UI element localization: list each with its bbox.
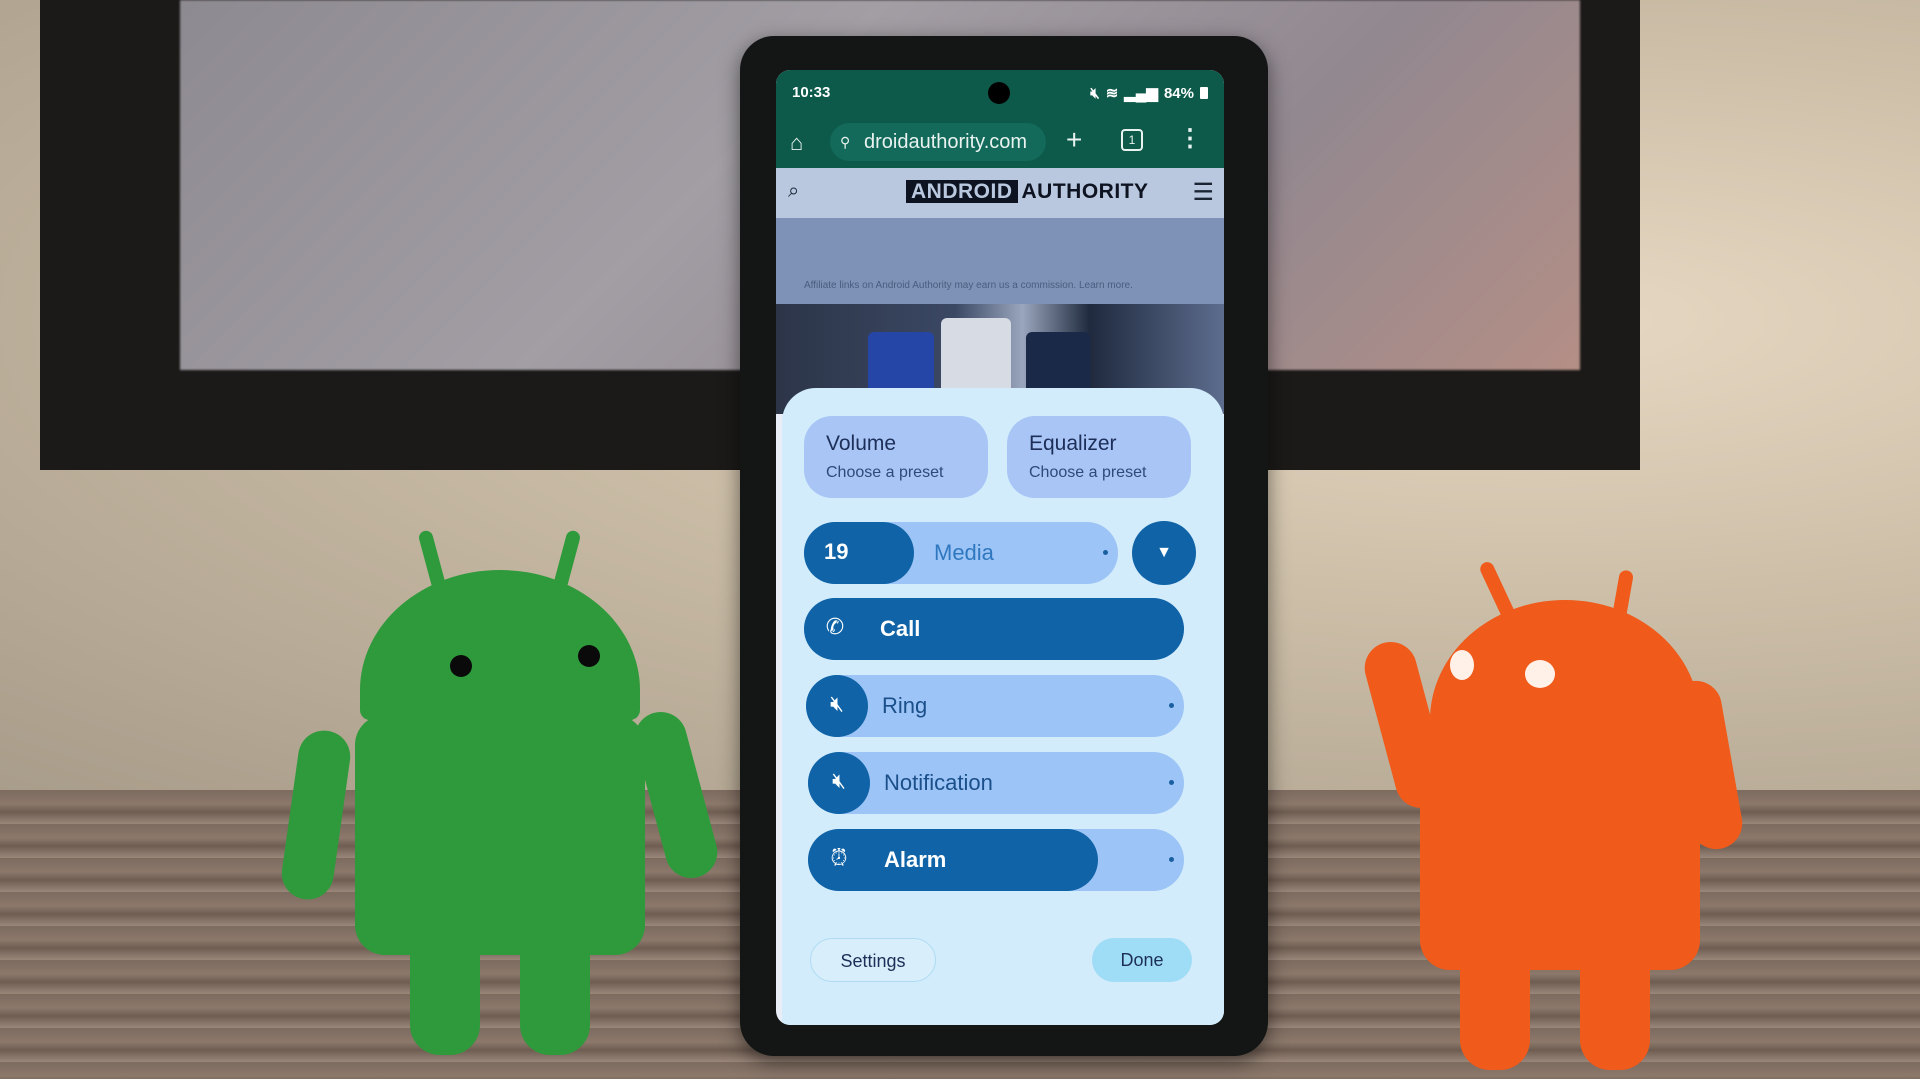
phone-screen: 10:33 🔇︎ ≋ ▂▄▆ 84% ⌂ ⚲ droidauthority.co… <box>776 70 1224 1025</box>
green-android-figure <box>278 529 724 1060</box>
alarm-volume-slider[interactable]: ⏰︎ Alarm <box>808 829 1184 891</box>
preset-subtitle: Choose a preset <box>1029 464 1147 481</box>
slider-label: Notification <box>884 770 993 795</box>
volume-panel: Volume Choose a preset Equalizer Choose … <box>782 388 1224 1025</box>
battery-level: 84% <box>1163 84 1194 102</box>
logo-boxed-text: ANDROID <box>906 180 1018 203</box>
browser-menu-icon[interactable]: ⋮ <box>1178 124 1202 153</box>
slider-label: Call <box>880 616 921 641</box>
muted-vibrate-icon[interactable]: 🔇︎ <box>824 691 850 717</box>
media-label: Media <box>934 540 994 565</box>
tab-switcher-button[interactable]: 1 <box>1121 129 1143 151</box>
address-bar[interactable]: ⚲ droidauthority.com <box>830 123 1046 161</box>
media-slider-fill <box>804 522 914 584</box>
hamburger-menu-icon[interactable]: ☰ <box>1192 178 1214 207</box>
new-tab-icon[interactable]: + <box>1066 124 1082 156</box>
site-settings-icon[interactable]: ⚲ <box>840 123 850 161</box>
call-volume-slider[interactable]: ✆ Call <box>804 598 1184 660</box>
wifi-icon: ≋ <box>1105 85 1119 102</box>
orange-android-figure <box>1358 559 1750 1070</box>
url-text: droidauthority.com <box>864 131 1028 153</box>
status-icons: 🔇︎ ≋ ▂▄▆ 84% <box>1090 84 1208 102</box>
slider-end-dot <box>1169 703 1174 708</box>
preset-title: Equalizer <box>1029 432 1117 455</box>
signal-icon: ▂▄▆ <box>1124 85 1158 102</box>
slider-label: Alarm <box>884 847 947 872</box>
caret-down-icon: ▼ <box>1156 544 1172 561</box>
equalizer-preset-button[interactable]: Equalizer Choose a preset <box>1007 416 1191 498</box>
affiliate-notice: Affiliate links on Android Authority may… <box>776 218 1224 304</box>
slider-fill <box>804 598 1184 660</box>
settings-button[interactable]: Settings <box>810 938 936 982</box>
logo-text: AUTHORITY <box>1021 180 1149 203</box>
notification-volume-slider[interactable]: 🔇︎ Notification <box>808 752 1184 814</box>
status-time: 10:33 <box>792 84 831 101</box>
phone-icon: ✆ <box>825 614 845 639</box>
affiliate-text[interactable]: Affiliate links on Android Authority may… <box>804 280 1133 291</box>
battery-icon <box>1200 87 1208 99</box>
browser-toolbar: ⌂ ⚲ droidauthority.com + 1 ⋮ <box>776 116 1224 168</box>
expand-streams-button[interactable]: ▼ <box>1132 521 1196 585</box>
media-volume-value: 19 <box>824 539 849 564</box>
alarm-icon: ⏰︎ <box>830 845 848 870</box>
volume-preset-button[interactable]: Volume Choose a preset <box>804 416 988 498</box>
media-volume-slider[interactable]: 19 Media <box>804 522 1118 584</box>
ring-volume-slider[interactable]: 🔇︎ Ring <box>806 675 1184 737</box>
site-header: ⌕ ANDROID AUTHORITY ☰ <box>776 168 1224 218</box>
preset-subtitle: Choose a preset <box>826 464 944 481</box>
slider-end-dot <box>1103 550 1108 555</box>
home-icon[interactable]: ⌂ <box>790 130 803 156</box>
front-camera <box>988 82 1010 104</box>
slider-label: Ring <box>882 693 928 718</box>
search-icon[interactable]: ⌕ <box>788 180 799 203</box>
preset-title: Volume <box>826 432 897 455</box>
done-button[interactable]: Done <box>1092 938 1192 982</box>
slider-end-dot <box>1169 857 1174 862</box>
status-bar: 10:33 🔇︎ ≋ ▂▄▆ 84% <box>776 70 1224 116</box>
hero-phone-silver <box>941 318 1011 398</box>
muted-vibrate-icon[interactable]: 🔇︎ <box>826 768 852 794</box>
mute-icon: 🔇︎ <box>1090 84 1100 102</box>
slider-end-dot <box>1169 780 1174 785</box>
site-logo[interactable]: ANDROID AUTHORITY <box>906 180 1149 204</box>
